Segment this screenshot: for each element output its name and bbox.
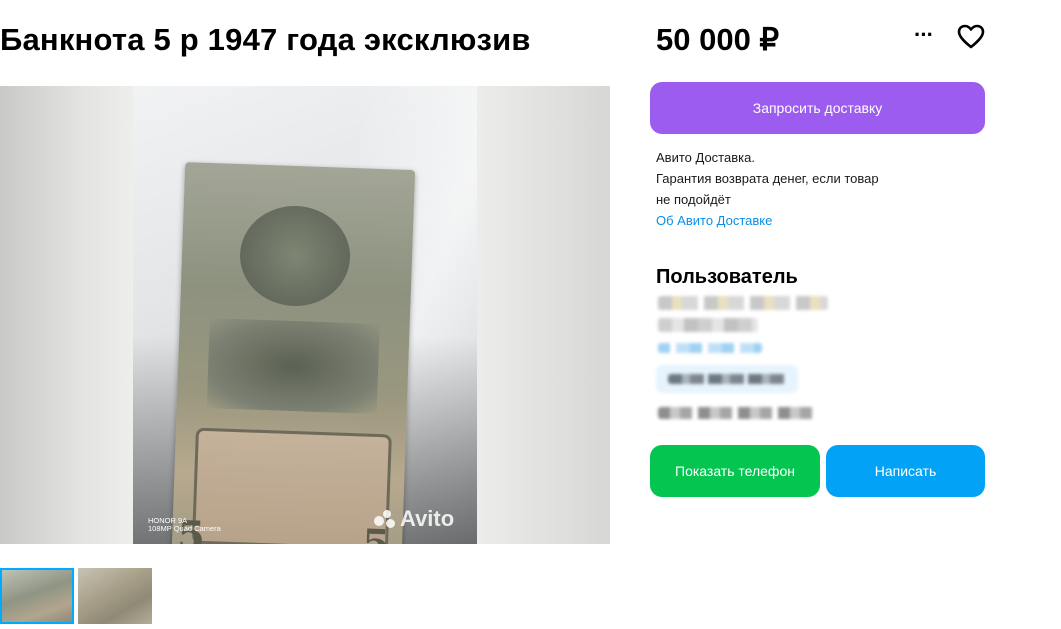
avito-watermark: Avito: [374, 506, 454, 532]
banknote-emblem: [238, 204, 352, 308]
thumbnail-1[interactable]: [0, 568, 74, 624]
avito-watermark-text: Avito: [400, 506, 455, 531]
banknote-center: [206, 318, 380, 414]
seller-name-blurred[interactable]: [658, 296, 828, 310]
delivery-info-line: Авито Доставка.: [656, 150, 755, 165]
seller-heading: Пользователь: [656, 266, 798, 288]
listing-price: 50 000 ₽: [656, 22, 780, 57]
more-dots-icon[interactable]: ···: [914, 24, 942, 46]
photo-background: [477, 86, 610, 544]
seller-since-blurred: [658, 407, 818, 419]
request-delivery-button[interactable]: Запросить доставку: [650, 82, 985, 134]
listing-title: Банкнота 5 р 1947 года эксклюзив: [0, 22, 531, 57]
avito-logo-icon: [374, 510, 396, 528]
seller-rating-blurred[interactable]: [658, 343, 762, 353]
delivery-info-line: Гарантия возврата денег, если товар: [656, 171, 879, 186]
main-photo[interactable]: 5 5: [0, 86, 610, 544]
seller-name-blurred: [658, 318, 758, 332]
write-message-button[interactable]: Написать: [826, 445, 985, 497]
about-delivery-link[interactable]: Об Авито Доставке: [656, 210, 976, 231]
delivery-info-line: не подойдёт: [656, 192, 731, 207]
show-phone-button[interactable]: Показать телефон: [650, 445, 820, 497]
photo-background: [0, 86, 135, 544]
delivery-info: Авито Доставка. Гарантия возврата денег,…: [656, 147, 976, 231]
camera-watermark-line: 108MP Quad Camera: [148, 524, 221, 533]
thumbnail-2[interactable]: [78, 568, 152, 624]
heart-icon[interactable]: [957, 24, 985, 50]
banknote-image: 5 5: [170, 162, 416, 544]
camera-watermark: HONOR 9A 108MP Quad Camera: [148, 517, 221, 533]
seller-badge-text-blurred: [668, 374, 786, 384]
